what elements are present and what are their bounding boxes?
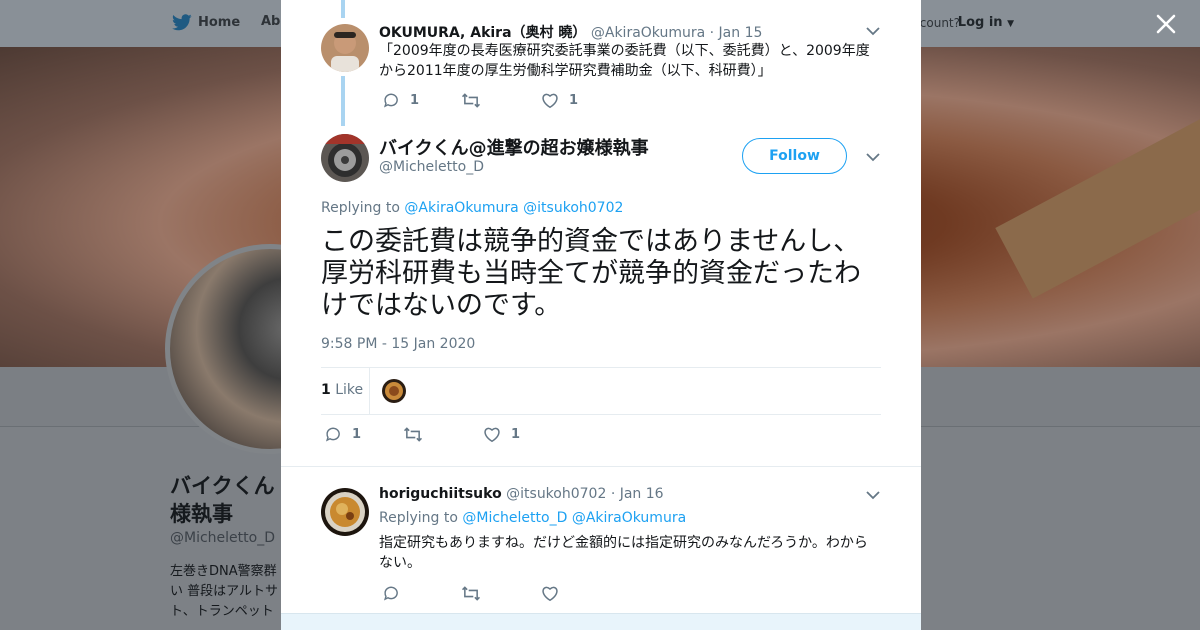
heart-icon	[542, 586, 558, 602]
replying-to: Replying to @AkiraOkumura @itsukoh0702	[321, 200, 623, 216]
banner-stick	[995, 115, 1200, 299]
replying-link-2[interactable]: @itsukoh0702	[523, 200, 623, 216]
stats-divider	[369, 368, 370, 414]
avatar-image	[321, 134, 369, 182]
main-actions: 1 1	[325, 426, 520, 443]
avatar-image	[382, 379, 406, 403]
caret-down-icon: ▼	[1007, 19, 1014, 29]
parent-text: 「2009年度の長寿医療研究委託事業の委託費（以下、委託費）と、2009年度から…	[379, 43, 870, 79]
replying-prefix: Replying to	[379, 510, 458, 526]
thread-line-top	[341, 0, 345, 18]
login-label: Log in	[957, 15, 1003, 30]
reply-replying-to: Replying to @Micheletto_D @AkiraOkumura	[379, 510, 686, 526]
replying-link-1[interactable]: @Micheletto_D	[462, 510, 567, 526]
tweet-modal: OKUMURA, Akira（奥村 曉） @AkiraOkumura · Jan…	[281, 0, 921, 630]
follow-label: Follow	[769, 148, 820, 164]
retweet-button[interactable]	[461, 92, 541, 109]
avatar-image	[321, 24, 369, 72]
reply-icon	[383, 93, 398, 108]
retweet-button[interactable]	[461, 585, 541, 602]
close-button[interactable]	[1152, 10, 1180, 38]
avatar-image	[321, 488, 369, 536]
replying-link-2[interactable]: @AkiraOkumura	[572, 510, 686, 526]
reply-header: horiguchiitsuko @itsukoh0702 · Jan 16	[379, 486, 664, 502]
reply-text: 指定研究もありますね。だけど金額的には指定研究のみなんだろうか。わからない。	[379, 535, 868, 571]
chevron-down-icon[interactable]	[866, 490, 880, 500]
likes-label: Like	[335, 382, 364, 398]
main-author-name[interactable]: バイクくん@進撃の超お嬢様執事	[379, 134, 649, 160]
reply-button[interactable]	[383, 585, 461, 602]
parent-avatar[interactable]	[321, 24, 369, 72]
replying-prefix: Replying to	[321, 200, 400, 216]
heart-icon	[484, 427, 500, 443]
main-tweet-text: この委託費は競争的資金ではありませんし、厚労科研費も当時全てが競争的資金だったわ…	[321, 226, 861, 321]
like-count: 1	[569, 93, 579, 108]
retweet-icon	[403, 427, 423, 442]
reply-icon	[325, 427, 340, 442]
thread-line	[341, 76, 345, 126]
reply-avatar[interactable]	[321, 488, 369, 536]
parent-name[interactable]: OKUMURA, Akira（奥村 曉）	[379, 25, 586, 41]
nav-home[interactable]: Home	[172, 14, 240, 31]
liker-avatar[interactable]	[382, 379, 406, 403]
reply-actions	[383, 585, 569, 602]
parent-handle[interactable]: @AkiraOkumura	[591, 25, 705, 41]
like-count: 1	[511, 427, 521, 442]
main-author-handle[interactable]: @Micheletto_D	[379, 159, 484, 175]
replying-link-1[interactable]: @AkiraOkumura	[404, 200, 518, 216]
tweet-timestamp[interactable]: 9:58 PM - 15 Jan 2020	[321, 336, 475, 352]
retweet-icon	[461, 586, 481, 601]
modal-footer	[281, 613, 921, 630]
parent-header: OKUMURA, Akira（奥村 曉） @AkiraOkumura · Jan…	[379, 22, 762, 42]
like-button[interactable]: 1	[541, 92, 578, 109]
like-button[interactable]: 1	[483, 426, 520, 443]
reply-count: 1	[410, 93, 420, 108]
reply-handle[interactable]: @itsukoh0702	[506, 486, 606, 502]
reply-date[interactable]: · Jan 16	[611, 486, 664, 502]
reply-button[interactable]: 1	[325, 426, 403, 443]
login-button[interactable]: Log in ▼	[958, 15, 1014, 30]
chevron-down-icon[interactable]	[866, 26, 880, 36]
separator	[281, 466, 921, 467]
heart-icon	[542, 93, 558, 109]
reply-button[interactable]: 1	[383, 92, 461, 109]
reply-icon	[383, 586, 398, 601]
twitter-bird-icon	[172, 14, 192, 31]
nav-home-label: Home	[198, 15, 241, 30]
profile-handle: @Micheletto_D	[170, 530, 275, 546]
tweet-stats: 1 Like	[321, 367, 881, 415]
main-avatar[interactable]	[321, 134, 369, 182]
parent-actions: 1 1	[383, 92, 578, 109]
parent-date[interactable]: · Jan 15	[710, 25, 763, 41]
likes-stat[interactable]: 1 Like	[321, 382, 363, 398]
reply-name[interactable]: horiguchiitsuko	[379, 486, 502, 502]
follow-button[interactable]: Follow	[742, 138, 847, 174]
profile-name: バイクくん 様執事	[170, 474, 275, 526]
retweet-button[interactable]	[403, 426, 483, 443]
chevron-down-icon[interactable]	[866, 152, 880, 162]
close-icon	[1156, 14, 1176, 34]
reply-count: 1	[352, 427, 362, 442]
retweet-icon	[461, 93, 481, 108]
profile-bio: 左巻きDNA警察群 い 普段はアルトサ ト、トランペット	[170, 564, 279, 619]
likes-count: 1	[321, 382, 331, 398]
like-button[interactable]	[541, 585, 569, 602]
